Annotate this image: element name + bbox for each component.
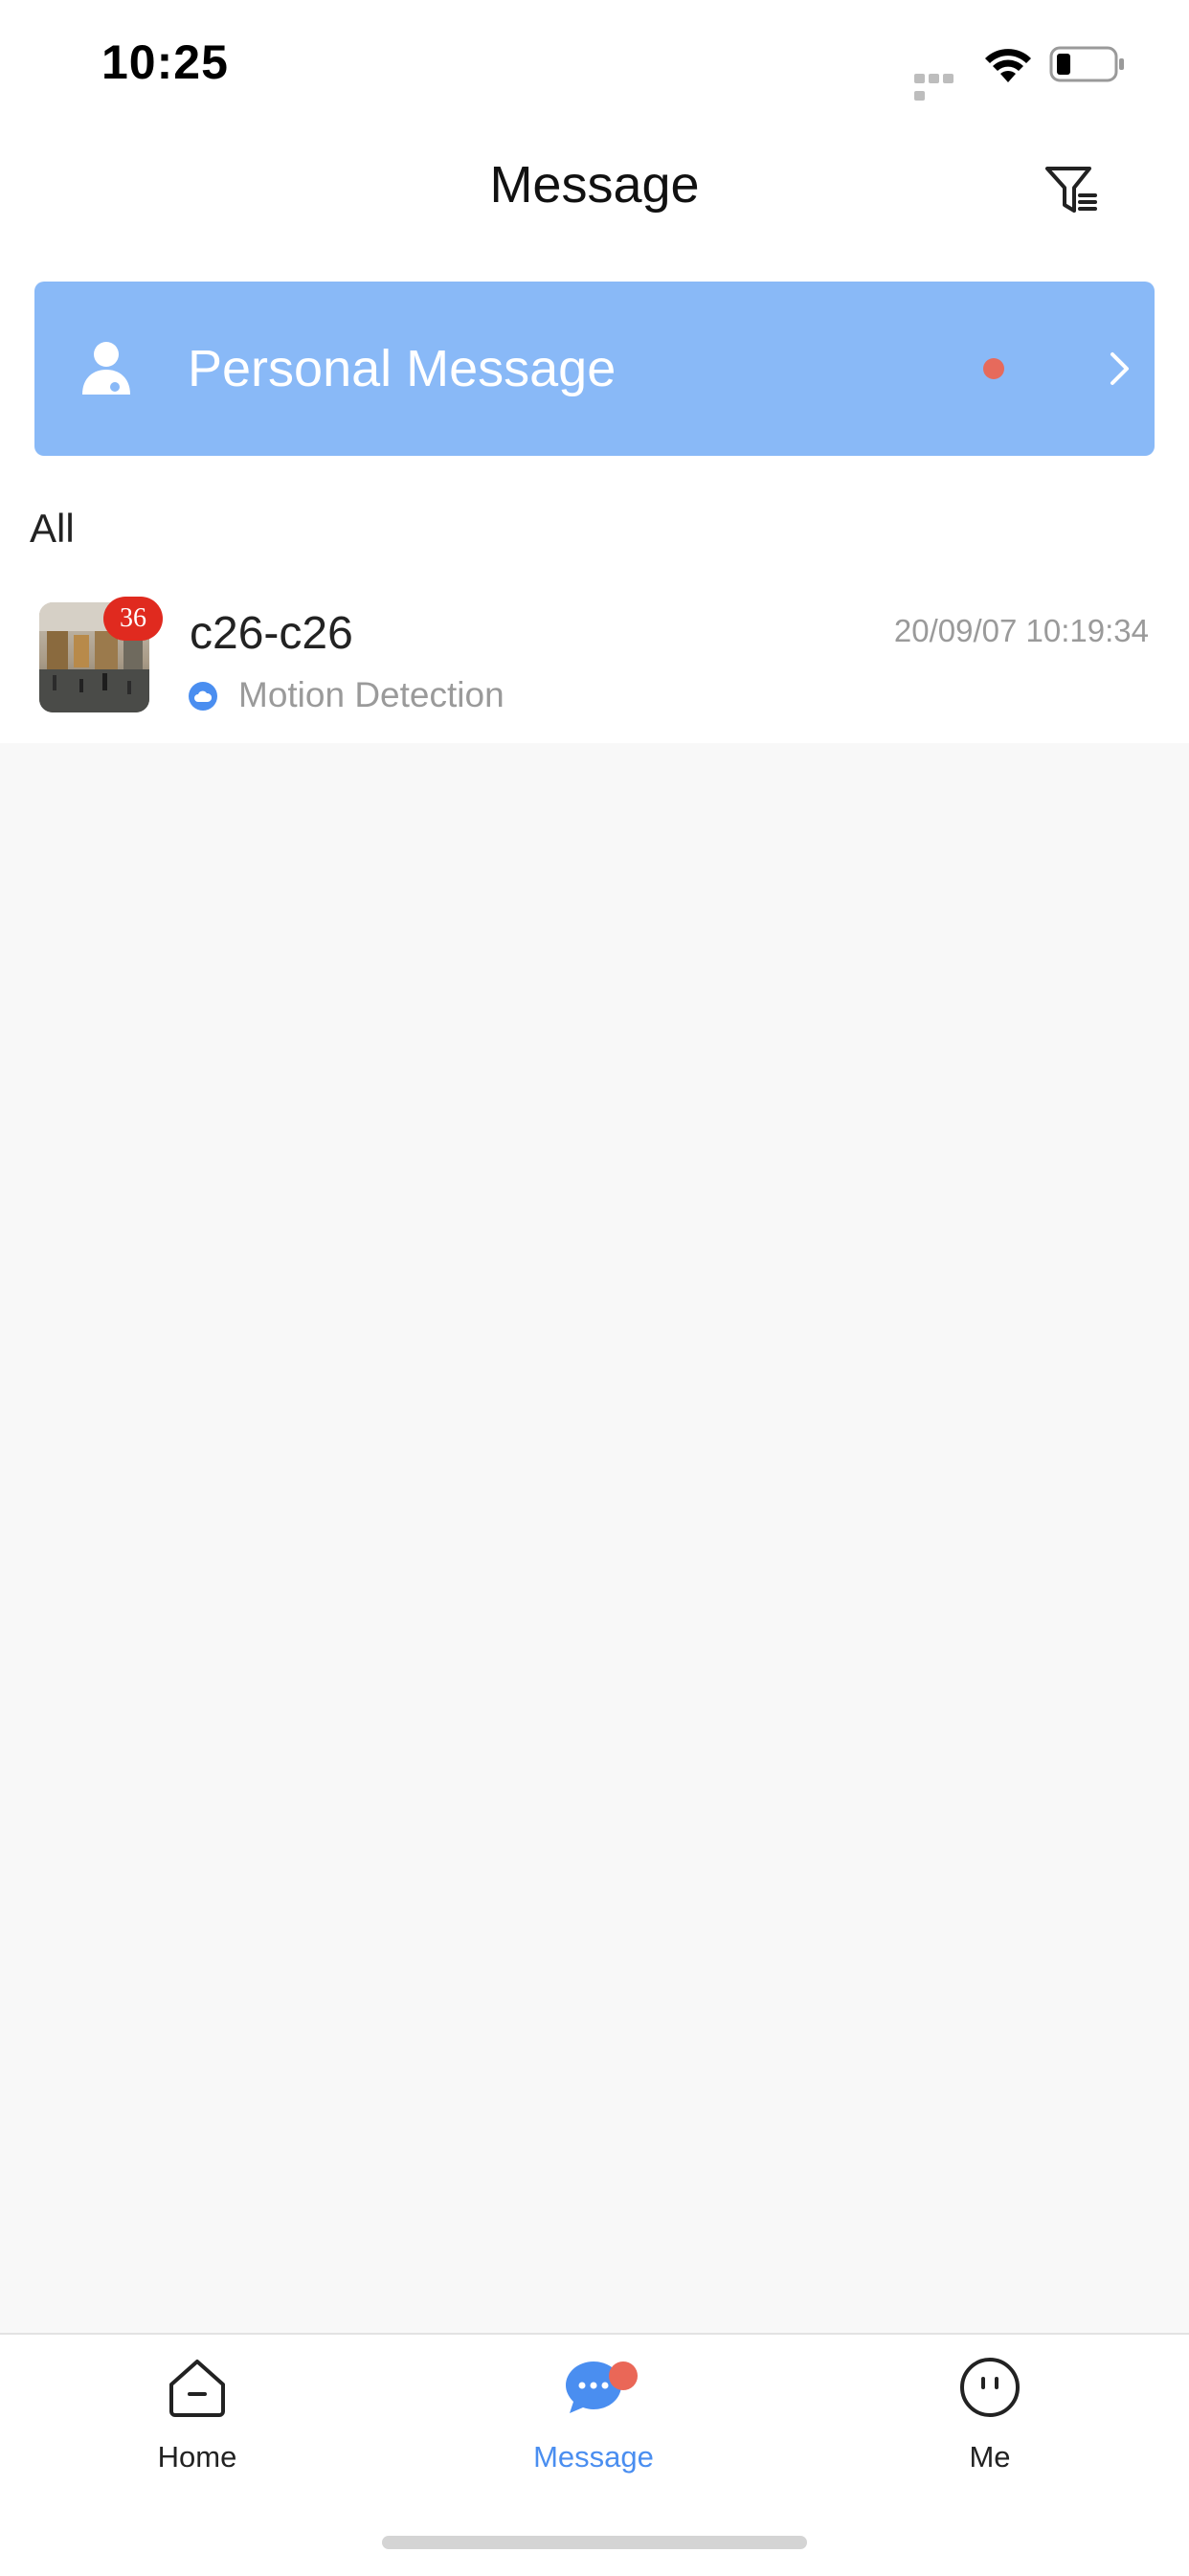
page-title: Message bbox=[489, 156, 700, 214]
personal-message-card[interactable]: Personal Message bbox=[34, 282, 1155, 456]
unread-dot bbox=[983, 358, 1004, 379]
tab-me[interactable]: Me bbox=[882, 2335, 1092, 2488]
message-tab-unread-dot bbox=[609, 2361, 638, 2390]
home-icon bbox=[169, 2360, 225, 2417]
wifi-icon bbox=[985, 49, 1031, 82]
personal-message-label: Personal Message bbox=[188, 340, 617, 397]
tab-message[interactable]: Message bbox=[485, 2335, 696, 2488]
filter-button[interactable] bbox=[1040, 159, 1101, 220]
face-icon bbox=[960, 2358, 1020, 2417]
chevron-right-icon bbox=[1110, 352, 1129, 385]
tab-home-label: Home bbox=[157, 2440, 237, 2474]
home-indicator bbox=[382, 2536, 807, 2549]
section-label-all: All bbox=[30, 506, 75, 551]
cellular-signal-icon bbox=[914, 71, 970, 101]
battery-icon bbox=[1049, 46, 1124, 82]
top-area: 10:25 Message Personal Message All 36 c2… bbox=[0, 0, 1189, 743]
cloud-icon bbox=[189, 682, 217, 711]
message-timestamp: 20/09/07 10:19:34 bbox=[893, 613, 1149, 648]
status-time: 10:25 bbox=[101, 35, 229, 89]
tab-message-label: Message bbox=[533, 2440, 654, 2474]
unread-count-badge: 36 bbox=[103, 597, 163, 641]
event-type: Motion Detection bbox=[238, 675, 505, 714]
tab-home[interactable]: Home bbox=[89, 2335, 300, 2488]
filter-icon bbox=[1045, 167, 1097, 213]
tab-me-label: Me bbox=[969, 2440, 1011, 2474]
device-name: c26-c26 bbox=[190, 608, 353, 659]
user-icon bbox=[82, 342, 130, 395]
list-item[interactable]: 36 c26-c26 20/09/07 10:19:34 Motion Dete… bbox=[0, 575, 1189, 743]
